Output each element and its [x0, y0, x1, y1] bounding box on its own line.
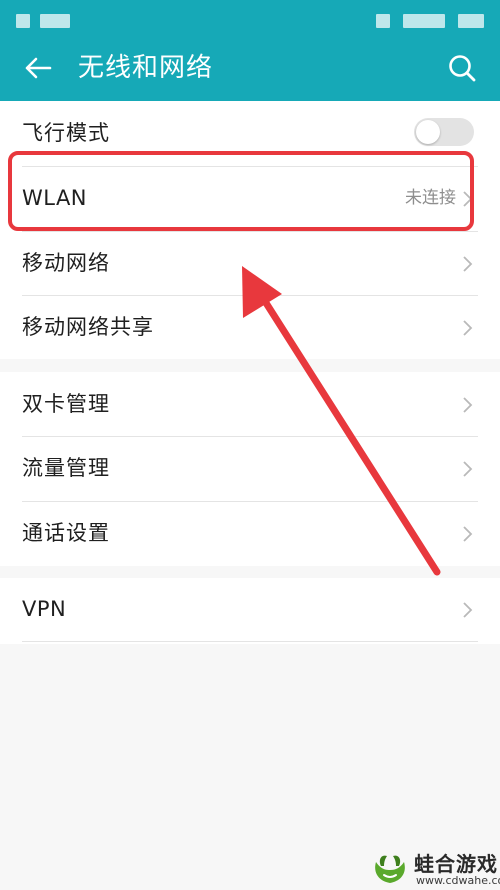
watermark-url: www.cdwahe.com — [416, 874, 500, 887]
app-bar: 无线和网络 — [0, 0, 500, 101]
page-title: 无线和网络 — [78, 53, 214, 83]
arrow-left-icon — [25, 57, 52, 79]
frog-logo-icon — [375, 855, 405, 883]
status-icon-2 — [40, 14, 70, 28]
chevron-right-icon — [463, 461, 473, 477]
watermark-name: 蛙合游戏 — [414, 852, 498, 876]
data-usage-row[interactable]: 流量管理 — [0, 436, 500, 501]
wlan-highlight-box — [8, 151, 474, 231]
hotspot-row[interactable]: 移动网络共享 — [0, 295, 500, 360]
mobile-network-row[interactable]: 移动网络 — [0, 231, 500, 296]
battery-block-icon — [458, 14, 484, 28]
vpn-row[interactable]: VPN — [0, 577, 500, 642]
dual-sim-row[interactable]: 双卡管理 — [0, 372, 500, 437]
status-icon-1 — [16, 14, 30, 28]
vpn-label: VPN — [22, 597, 67, 621]
chevron-right-icon — [463, 320, 473, 336]
chevron-right-icon — [463, 397, 473, 413]
network-block-icon — [403, 14, 445, 28]
toggle-knob — [416, 120, 440, 144]
back-button[interactable] — [16, 48, 60, 88]
divider — [22, 641, 478, 642]
mobile-network-label: 移动网络 — [22, 251, 110, 275]
airplane-mode-toggle[interactable] — [414, 118, 474, 146]
chevron-right-icon — [463, 256, 473, 272]
search-button[interactable] — [440, 48, 484, 88]
call-settings-label: 通话设置 — [22, 521, 110, 545]
hotspot-label: 移动网络共享 — [22, 315, 154, 339]
call-settings-row[interactable]: 通话设置 — [0, 501, 500, 566]
dual-sim-label: 双卡管理 — [22, 392, 110, 416]
data-usage-label: 流量管理 — [22, 456, 110, 480]
chevron-right-icon — [463, 602, 473, 618]
status-bar — [0, 0, 500, 38]
chevron-right-icon — [463, 526, 473, 542]
watermark: 蛙合游戏 www.cdwahe.com — [370, 846, 500, 890]
signal-block-icon — [376, 14, 390, 28]
search-icon — [449, 55, 476, 82]
